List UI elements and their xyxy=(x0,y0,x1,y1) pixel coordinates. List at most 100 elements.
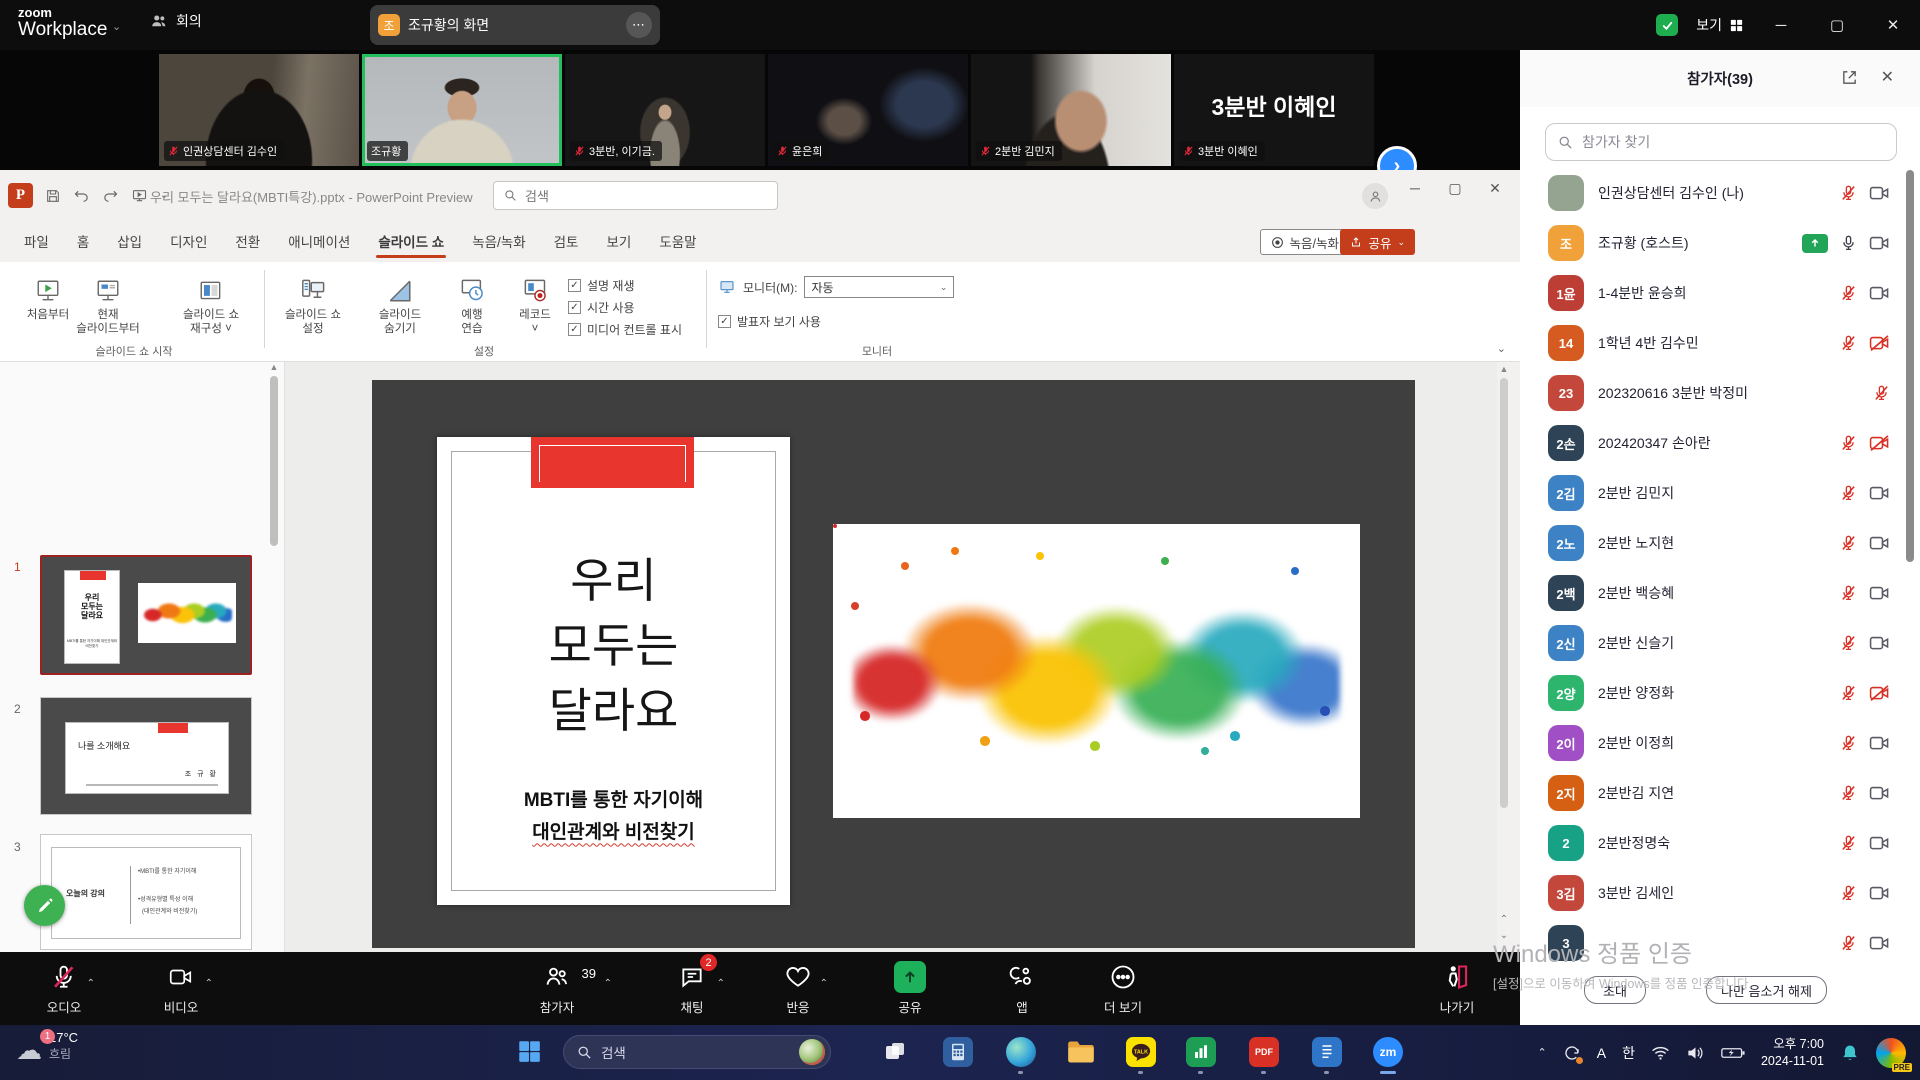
edge-browser-icon[interactable] xyxy=(1006,1037,1036,1067)
start-slideshow-icon[interactable] xyxy=(131,188,148,204)
collapse-ribbon-chevron-icon[interactable]: ⌄ xyxy=(1497,342,1506,355)
chart-app-icon[interactable] xyxy=(1186,1037,1216,1067)
participant-row[interactable]: 2김 2분반 김민지 xyxy=(1520,468,1912,518)
canvas-scrollbar[interactable]: ▲ xyxy=(1497,364,1511,950)
slide-nav-buttons[interactable]: ⌃⌄ xyxy=(1494,912,1514,944)
security-shield-icon[interactable] xyxy=(1656,14,1678,36)
start-button[interactable] xyxy=(516,1038,542,1064)
ppt-menu-tab[interactable]: 파일 xyxy=(12,222,61,262)
sync-icon[interactable] xyxy=(1563,1044,1581,1062)
chat-options-caret[interactable]: ⌃ xyxy=(717,978,725,989)
more-button[interactable]: 더 보기 xyxy=(1104,960,1142,1016)
unmute-me-button[interactable]: 나만 음소거 해제 xyxy=(1706,976,1827,1004)
undo-icon[interactable] xyxy=(73,188,90,204)
record-slideshow-button[interactable]: 레코드 ˅ xyxy=(506,270,564,337)
ppt-menu-tab[interactable]: 전환 xyxy=(223,222,272,262)
ppt-menu-tab[interactable]: 보기 xyxy=(594,222,643,262)
apps-button[interactable]: 앱 xyxy=(1009,960,1035,1016)
scrollbar-thumb[interactable] xyxy=(1500,378,1508,808)
taskbar-search-box[interactable]: 검색 xyxy=(563,1035,831,1069)
check-use-timings[interactable]: ✓시간 사용 xyxy=(568,296,682,318)
ime-korean-indicator[interactable]: 한 xyxy=(1622,1043,1635,1063)
hidden-icons-chevron[interactable]: ⌃ xyxy=(1538,1046,1547,1059)
participant-row[interactable]: 2손 202420347 손아란 xyxy=(1520,418,1912,468)
monitor-dropdown[interactable]: 자동⌄ xyxy=(804,276,954,298)
check-show-media-controls[interactable]: ✓미디어 컨트롤 표시 xyxy=(568,318,682,340)
participant-row[interactable]: 2 2분반정명숙 xyxy=(1520,818,1912,868)
check-play-narrations[interactable]: ✓설명 재생 xyxy=(568,274,682,296)
scroll-up-arrow-icon[interactable]: ▲ xyxy=(268,362,280,372)
save-icon[interactable] xyxy=(45,188,61,204)
slide-thumbnail-1[interactable]: 우리모두는달라요 MBTI를 통한 자기이해 대인관계와 비전찾기 xyxy=(40,555,252,675)
rehearse-timings-button[interactable]: 예행 연습 xyxy=(440,270,504,337)
kakaotalk-app-icon[interactable]: TALK xyxy=(1126,1037,1156,1067)
minimize-button[interactable]: ─ xyxy=(1762,17,1800,34)
view-button[interactable]: 보기 xyxy=(1696,15,1744,35)
video-tile[interactable]: 인권상담센터 김수인 xyxy=(159,54,359,166)
ppt-minimize-button[interactable]: ─ xyxy=(1398,180,1432,196)
ppt-menu-tab[interactable]: 녹음/녹화 xyxy=(460,222,537,262)
account-icon[interactable] xyxy=(1362,183,1388,209)
close-button[interactable]: ✕ xyxy=(1874,16,1912,34)
slide-editing-canvas[interactable]: 우리 모두는 달라요 MBTI를 통한 자기이해 대인관계와 비전찾기 xyxy=(285,362,1497,952)
weather-widget[interactable]: 1 ☁ 17°C 흐림 xyxy=(16,1029,78,1063)
participant-row[interactable]: 2노 2분반 노지현 xyxy=(1520,518,1912,568)
ppt-menu-tab[interactable]: 삽입 xyxy=(105,222,154,262)
maximize-button[interactable]: ▢ xyxy=(1818,16,1856,34)
ppt-share-button[interactable]: 공유 ⌄ xyxy=(1340,229,1415,255)
wifi-icon[interactable] xyxy=(1651,1045,1670,1061)
reactions-options-caret[interactable]: ⌃ xyxy=(820,978,828,989)
copilot-icon[interactable]: PRE xyxy=(1876,1038,1906,1068)
share-screen-button[interactable]: 공유 xyxy=(894,960,926,1016)
ppt-maximize-button[interactable]: ▢ xyxy=(1438,180,1472,197)
chat-button[interactable]: 2 ⌃ 채팅 xyxy=(679,960,705,1016)
tab-shared-screen[interactable]: 조 조규황의 화면 ⋯ xyxy=(370,5,660,45)
battery-icon[interactable] xyxy=(1721,1046,1745,1060)
participants-button[interactable]: 39 ⌃ 참가자 xyxy=(540,960,575,1016)
participant-row[interactable]: 2양 2분반 양정화 xyxy=(1520,668,1912,718)
file-explorer-icon[interactable] xyxy=(1066,1037,1096,1067)
popout-icon[interactable] xyxy=(1841,69,1858,86)
tab-more-button[interactable]: ⋯ xyxy=(626,12,652,38)
ppt-menu-tab[interactable]: 애니메이션 xyxy=(276,222,362,262)
participant-row[interactable]: 조 조규황 (호스트) xyxy=(1520,218,1912,268)
participant-row[interactable]: 2신 2분반 신슬기 xyxy=(1520,618,1912,668)
hide-slide-button[interactable]: 슬라이드 숨기기 xyxy=(362,270,438,337)
participant-row[interactable]: 3 xyxy=(1520,918,1912,968)
audio-options-caret[interactable]: ⌃ xyxy=(87,978,95,989)
participant-row[interactable]: 3김 3분반 김세인 xyxy=(1520,868,1912,918)
participant-row[interactable]: 인권상담센터 김수인 (나) xyxy=(1520,168,1912,218)
slide-thumbnail-3[interactable]: 오늘의 강의 •MBTI를 통한 자기이해 •성격유형별 특성 이해 (대인관계… xyxy=(40,834,252,950)
tab-meeting[interactable]: 회의 xyxy=(150,11,202,31)
setup-slideshow-button[interactable]: 슬라이드 쇼 설정 xyxy=(270,270,356,337)
ppt-menu-tab[interactable]: 검토 xyxy=(542,222,591,262)
participant-row[interactable]: 23 202320616 3분반 박정미 xyxy=(1520,368,1912,418)
invite-button[interactable]: 초대 xyxy=(1584,976,1646,1004)
clock[interactable]: 오후 7:00 2024-11-01 xyxy=(1761,1036,1824,1070)
audio-button[interactable]: ⌃ 오디오 xyxy=(47,960,82,1016)
ppt-menu-tab[interactable]: 도움말 xyxy=(647,222,708,262)
participants-scrollbar[interactable] xyxy=(1906,170,1914,562)
chevron-down-icon[interactable]: ⌄ xyxy=(112,20,121,33)
ppt-menu-tab[interactable]: 슬라이드 쇼 xyxy=(366,222,456,262)
participant-row[interactable]: 2백 2분반 백승혜 xyxy=(1520,568,1912,618)
task-view-button[interactable] xyxy=(880,1037,910,1067)
leave-button[interactable]: 나가기 xyxy=(1440,960,1475,1016)
redo-icon[interactable] xyxy=(102,188,119,204)
zoom-app-icon[interactable]: zm xyxy=(1373,1037,1403,1067)
from-current-slide-button[interactable]: 현재 슬라이드부터 xyxy=(60,270,156,337)
video-tile[interactable]: 3분반, 이기금. xyxy=(565,54,765,166)
record-toggle-button[interactable]: 녹음/녹화 xyxy=(1260,229,1350,255)
video-tile[interactable]: 조규황 xyxy=(362,54,562,166)
participant-row[interactable]: 1윤 1-4분반 윤승희 xyxy=(1520,268,1912,318)
ppt-menu-tab[interactable]: 디자인 xyxy=(158,222,219,262)
video-tile[interactable]: 2분반 김민지 xyxy=(971,54,1171,166)
participant-row[interactable]: 14 1학년 4반 김수민 xyxy=(1520,318,1912,368)
ppt-close-button[interactable]: ✕ xyxy=(1478,180,1512,197)
video-button[interactable]: ⌃ 비디오 xyxy=(164,960,199,1016)
calculator-app-icon[interactable] xyxy=(943,1037,973,1067)
thumbnail-scrollbar[interactable]: ▲ xyxy=(268,362,280,947)
ppt-search-box[interactable]: 검색 xyxy=(493,181,778,210)
ime-latin-indicator[interactable]: A xyxy=(1597,1045,1606,1061)
notes-app-icon[interactable] xyxy=(1312,1037,1342,1067)
